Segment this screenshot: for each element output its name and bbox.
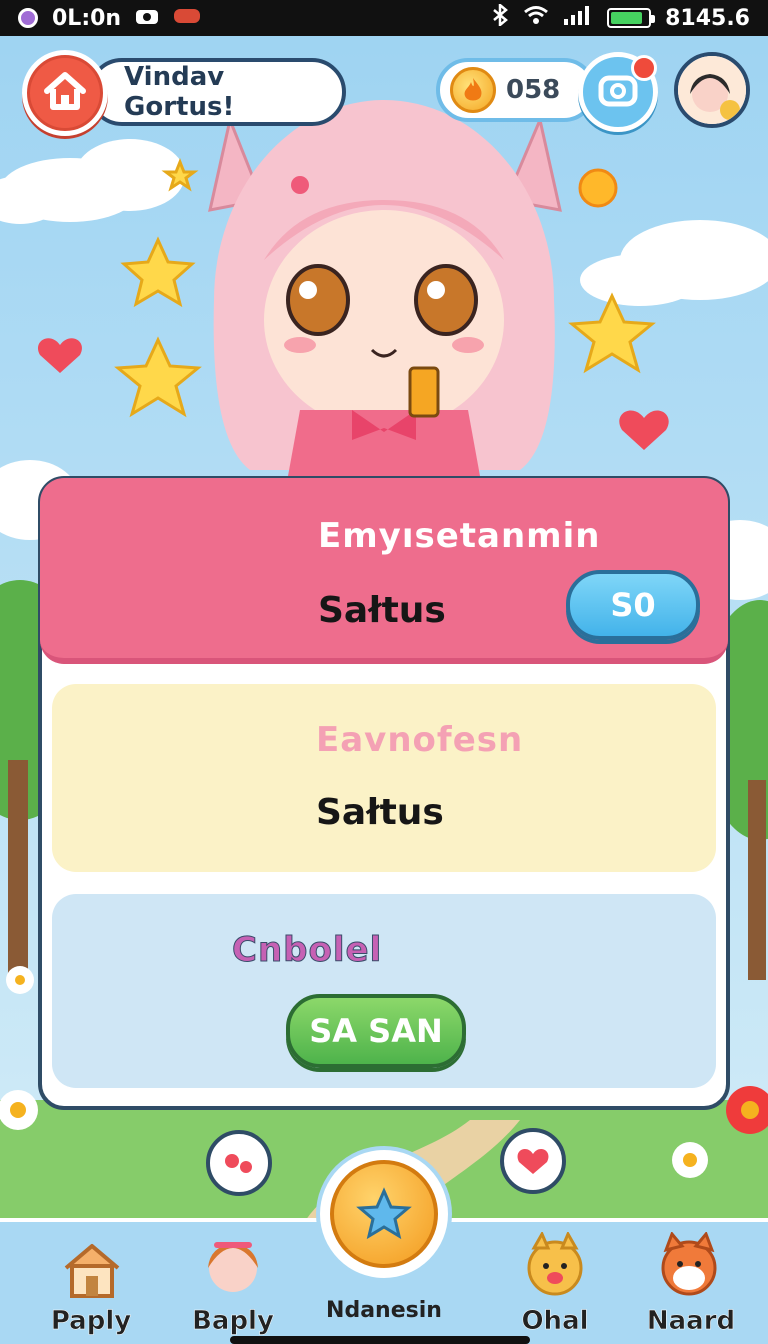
chat-button[interactable] xyxy=(578,52,658,132)
card-2-title: Eavnofesn xyxy=(316,720,524,760)
bluetooth-icon xyxy=(491,2,509,32)
heart-bubble-button[interactable] xyxy=(500,1128,566,1194)
home-indicator[interactable] xyxy=(230,1336,530,1344)
nav-item-naard[interactable]: Naard xyxy=(626,1222,756,1344)
card-1-action-label: S0 xyxy=(610,586,656,624)
card-2[interactable]: Eavnofesn Sałtus xyxy=(52,684,716,872)
nav-label-ohal: Ohal xyxy=(521,1306,589,1337)
status-bar: 0L:0n 8145.6 xyxy=(0,0,768,36)
nav-label-paply: Paply xyxy=(50,1306,132,1337)
app-notification-icon xyxy=(18,8,38,28)
nav-item-paply[interactable]: Paply xyxy=(26,1222,156,1344)
card-1[interactable]: Emyısetanmin Sałtus S0 xyxy=(40,478,728,664)
card-1-subtitle: Sałtus xyxy=(318,590,446,631)
nav-item-baply[interactable]: Baply xyxy=(168,1222,298,1344)
card-3-action-button[interactable]: SA SAN xyxy=(286,994,466,1068)
house-icon xyxy=(43,71,87,115)
camera-chat-icon xyxy=(598,73,638,111)
coin-counter[interactable]: 058 xyxy=(436,58,596,122)
card-2-subtitle: Sałtus xyxy=(316,792,444,833)
wifi-icon xyxy=(523,5,549,31)
card-3[interactable]: Cnbolel SA SAN xyxy=(52,894,716,1088)
dots-icon xyxy=(225,1154,252,1173)
game-icon xyxy=(173,6,201,31)
card-3-action-label: SA SAN xyxy=(309,1012,443,1050)
dog-face-icon xyxy=(527,1232,583,1296)
nav-label-ndanesin: Ndanesin xyxy=(326,1298,442,1323)
card-1-title: Emyısetanmin xyxy=(318,516,601,556)
profile-avatar[interactable] xyxy=(674,52,750,128)
heart-icon xyxy=(517,1148,549,1174)
greeting-text: Vindav Gortus! xyxy=(124,62,235,122)
battery-icon xyxy=(607,8,656,28)
greeting-banner: Vindav Gortus! xyxy=(88,58,346,126)
chat-bubble-button[interactable] xyxy=(206,1130,272,1196)
status-time: 0L:0n xyxy=(52,5,122,31)
nav-label-baply: Baply xyxy=(192,1306,274,1337)
star-chat-icon xyxy=(330,1160,438,1268)
home-button[interactable] xyxy=(22,50,108,136)
camera-icon xyxy=(135,6,159,31)
house-icon xyxy=(64,1244,120,1298)
card-1-action-button[interactable]: S0 xyxy=(566,570,700,640)
fox-face-icon xyxy=(661,1232,717,1296)
signal-icon xyxy=(563,5,593,31)
coin-count: 058 xyxy=(506,75,561,105)
nav-label-naard: Naard xyxy=(646,1306,736,1337)
girl-face-icon xyxy=(208,1242,258,1292)
notification-badge xyxy=(631,55,657,81)
avatar-icon xyxy=(678,56,746,124)
status-right-text: 8145.6 xyxy=(665,5,750,31)
sun-icon xyxy=(578,168,618,208)
flame-coin-icon xyxy=(450,67,496,113)
nav-item-ndanesin[interactable] xyxy=(320,1150,448,1278)
nav-item-ohal[interactable]: Ohal xyxy=(490,1222,620,1344)
card-3-title: Cnbolel xyxy=(231,930,383,971)
